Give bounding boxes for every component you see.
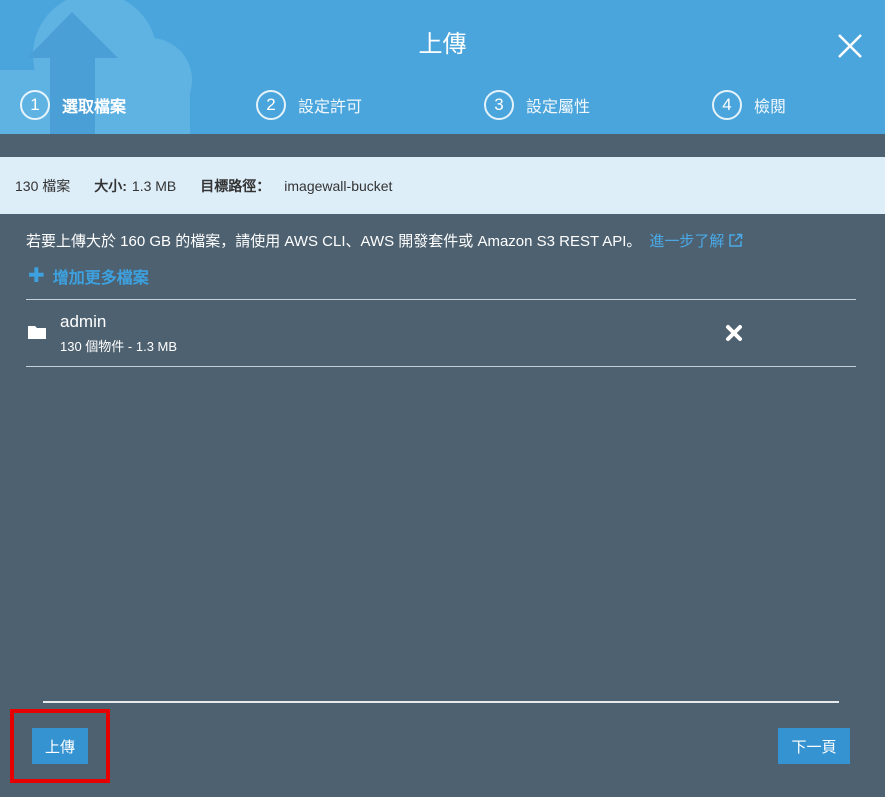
- upload-dialog: 上傳 1 選取檔案 2 設定許可 3 設定屬性 4 檢閱 130 檔案 大小: …: [0, 0, 885, 797]
- plus-icon: ✚: [28, 265, 45, 287]
- file-meta: 130 個物件 - 1.3 MB: [60, 339, 178, 354]
- destination-value: imagewall-bucket: [284, 177, 393, 194]
- highlight-annotation: [10, 709, 110, 783]
- step-number: 1: [20, 90, 50, 120]
- destination-label: 目標路徑：: [200, 177, 271, 194]
- file-name: admin: [60, 312, 107, 331]
- step-review[interactable]: 4 檢閱: [712, 90, 786, 120]
- notice-text: 若要上傳大於 160 GB 的檔案，請使用 AWS CLI、AWS 開發套件或 …: [26, 233, 642, 250]
- size-label: 大小:: [94, 177, 127, 194]
- step-label: 設定屬性: [526, 99, 591, 116]
- step-set-properties[interactable]: 3 設定屬性: [484, 90, 590, 120]
- file-count: 130 檔案: [15, 177, 71, 194]
- add-more-label: 增加更多檔案: [52, 270, 149, 287]
- step-label: 設定許可: [298, 99, 363, 116]
- close-icon[interactable]: [834, 30, 866, 62]
- step-label: 選取檔案: [62, 99, 127, 116]
- footer-divider: [43, 701, 839, 703]
- wizard-steps: 1 選取檔案 2 設定許可 3 設定屬性 4 檢閱: [0, 90, 885, 122]
- upload-summary: 130 檔案 大小: 1.3 MB 目標路徑： imagewall-bucket: [0, 157, 885, 214]
- dialog-header: 上傳 1 選取檔案 2 設定許可 3 設定屬性 4 檢閱: [0, 0, 885, 134]
- add-more-files-button[interactable]: ✚ 增加更多檔案: [28, 264, 149, 288]
- step-label: 檢閱: [754, 99, 787, 116]
- dialog-title: 上傳: [418, 31, 467, 58]
- size-value: 1.3 MB: [131, 177, 177, 194]
- folder-icon: [28, 326, 46, 339]
- learn-more-label: 進一步了解: [649, 233, 725, 250]
- external-link-icon: [729, 233, 743, 247]
- step-number: 2: [256, 90, 286, 120]
- step-number: 4: [712, 90, 742, 120]
- file-list: admin 130 個物件 - 1.3 MB: [26, 299, 856, 367]
- step-set-permissions[interactable]: 2 設定許可: [256, 90, 362, 120]
- learn-more-link[interactable]: 進一步了解: [649, 233, 743, 250]
- large-file-notice: 若要上傳大於 160 GB 的檔案，請使用 AWS CLI、AWS 開發套件或 …: [26, 232, 866, 252]
- next-button[interactable]: 下一頁: [778, 728, 850, 764]
- step-number: 3: [484, 90, 514, 120]
- step-select-files[interactable]: 1 選取檔案: [20, 90, 126, 120]
- remove-icon[interactable]: [725, 324, 743, 342]
